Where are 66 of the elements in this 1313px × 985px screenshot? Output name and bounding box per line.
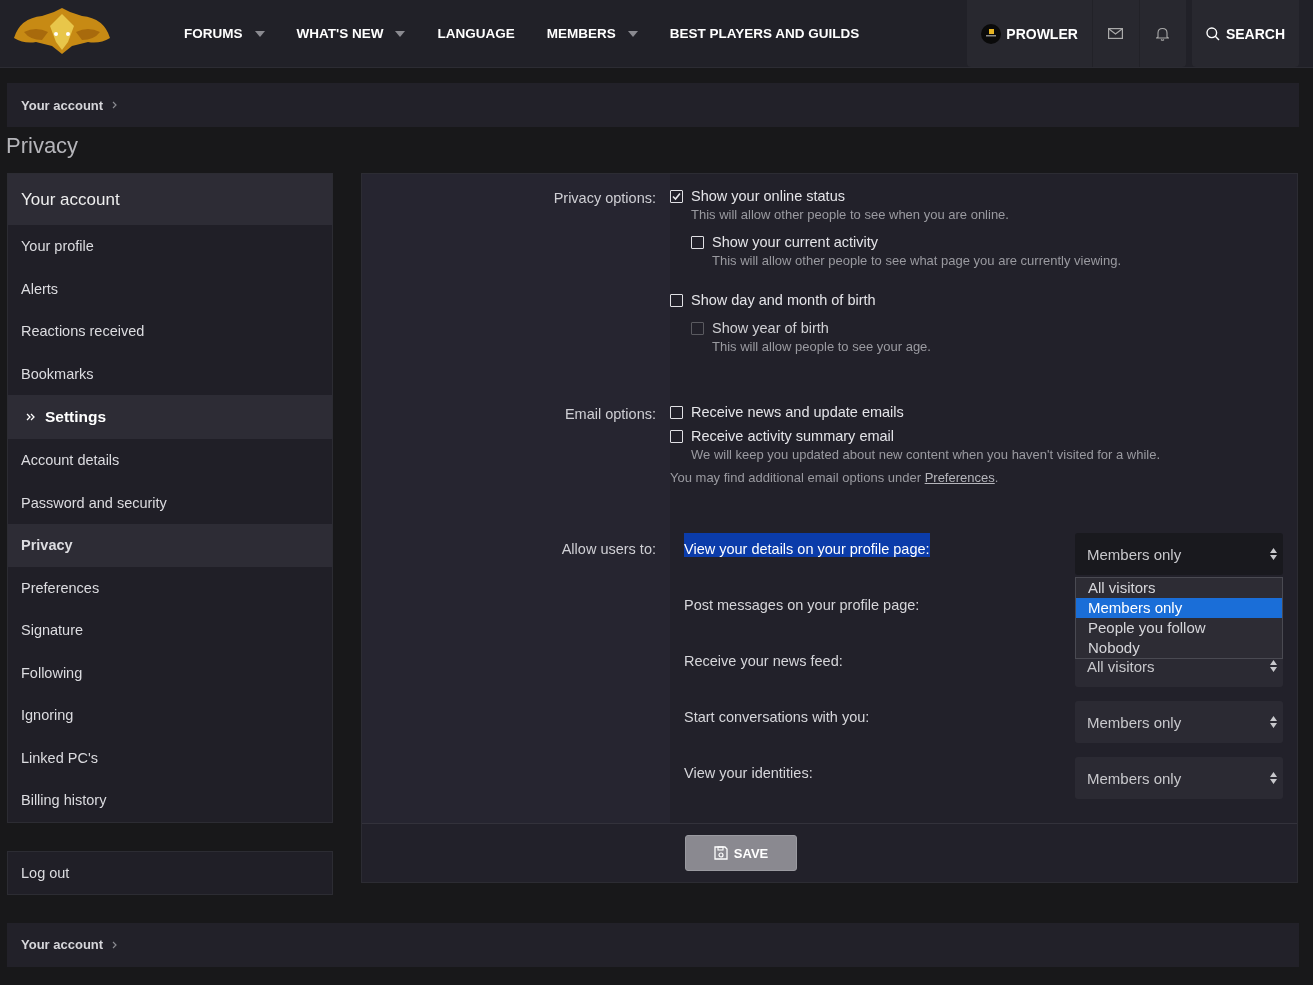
permission-label: View your identities: <box>684 764 813 781</box>
menu-item[interactable]: Account details <box>8 439 332 482</box>
select-field[interactable]: Members only <box>1075 533 1283 575</box>
nav-tab[interactable]: MEMBERS <box>530 0 654 67</box>
floppy-icon <box>713 846 728 860</box>
avatar-icon <box>981 23 1002 44</box>
breadcrumb-link[interactable]: Your account <box>21 937 104 952</box>
updown-icon <box>1270 716 1277 728</box>
permission-label: Receive your news feed: <box>684 652 843 669</box>
chevron-icon <box>112 101 118 109</box>
double-chevron-icon <box>26 413 35 421</box>
menu-item[interactable]: Reactions received <box>8 310 332 353</box>
menu-item[interactable]: Password and security <box>8 481 332 524</box>
mail-icon[interactable] <box>1108 28 1124 39</box>
search-button[interactable]: SEARCH <box>1191 0 1299 67</box>
logout-link[interactable]: Log out <box>7 850 333 895</box>
nav-tab[interactable]: WHAT'S NEW <box>280 0 422 67</box>
preferences-link[interactable]: Preferences <box>924 470 995 485</box>
page-title: Privacy <box>6 133 79 159</box>
bell-icon[interactable] <box>1156 26 1170 41</box>
group-label: Email options: <box>564 406 656 422</box>
updown-icon <box>1270 772 1277 784</box>
checkbox-label[interactable]: Show your current activity <box>712 234 878 250</box>
option-hint: This will allow other people to see when you are online. <box>691 207 1009 222</box>
nav-tab[interactable]: BEST PLAYERS AND GUILDS <box>653 0 876 67</box>
select-field[interactable]: Members only <box>1075 757 1283 799</box>
chevron-icon <box>112 940 118 949</box>
nav-tab[interactable]: LANGUAGE <box>421 0 531 67</box>
menu-item[interactable]: Bookmarks <box>8 352 332 395</box>
group-label: Privacy options: <box>553 190 656 206</box>
menu-section[interactable]: Settings <box>8 395 332 439</box>
permission-label: View your details on your profile page: <box>684 533 930 557</box>
updown-icon <box>1270 548 1277 560</box>
email-note: You may find additional email options under Preferences. <box>670 470 999 485</box>
logo-drawing[interactable] <box>12 8 112 56</box>
permission-label: Start conversations with you: <box>684 708 870 725</box>
updown-icon <box>1270 660 1277 672</box>
menu-item[interactable]: Linked PC's <box>8 736 332 779</box>
option-hint: This will allow other people to see what page you are currently viewing. <box>712 253 1121 268</box>
search-icon <box>1205 26 1220 41</box>
caret-icon <box>395 30 406 37</box>
menu-item[interactable]: Your profile <box>8 225 332 268</box>
menu-item[interactable]: Preferences <box>8 566 332 609</box>
caret-icon <box>627 30 638 37</box>
permission-label: Post messages on your profile page: <box>684 596 920 613</box>
caret-icon <box>254 30 265 37</box>
checkbox-label[interactable]: Receive news and update emails <box>691 404 904 420</box>
nav-tab[interactable]: FORUMS <box>172 0 281 67</box>
dropdown-option[interactable]: Members only <box>1076 598 1282 618</box>
menu-item[interactable]: Signature <box>8 609 332 652</box>
menu-item[interactable]: Billing history <box>8 779 332 822</box>
select-field[interactable]: Members only <box>1075 701 1283 743</box>
menu-heading: Your account <box>8 174 332 225</box>
group-label: Allow users to: <box>561 541 656 557</box>
menu-item[interactable]: Alerts <box>8 267 332 310</box>
checkbox-label[interactable]: Show day and month of birth <box>691 292 876 308</box>
menu-item[interactable]: Ignoring <box>8 694 332 737</box>
dropdown-option[interactable]: People you follow <box>1076 618 1282 638</box>
option-hint: We will keep you updated about new content when you haven't visited for a while. <box>691 447 1161 462</box>
dropdown-option[interactable]: All visitors <box>1076 578 1282 598</box>
checkbox-label[interactable]: Show your online status <box>691 188 845 204</box>
checkbox-label[interactable]: Receive activity summary email <box>691 428 895 444</box>
menu-item[interactable]: Privacy <box>8 524 332 567</box>
option-hint: This will allow people to see your age. <box>712 339 931 354</box>
menu-item[interactable]: Following <box>8 651 332 694</box>
breadcrumb-link[interactable]: Your account <box>21 97 104 113</box>
